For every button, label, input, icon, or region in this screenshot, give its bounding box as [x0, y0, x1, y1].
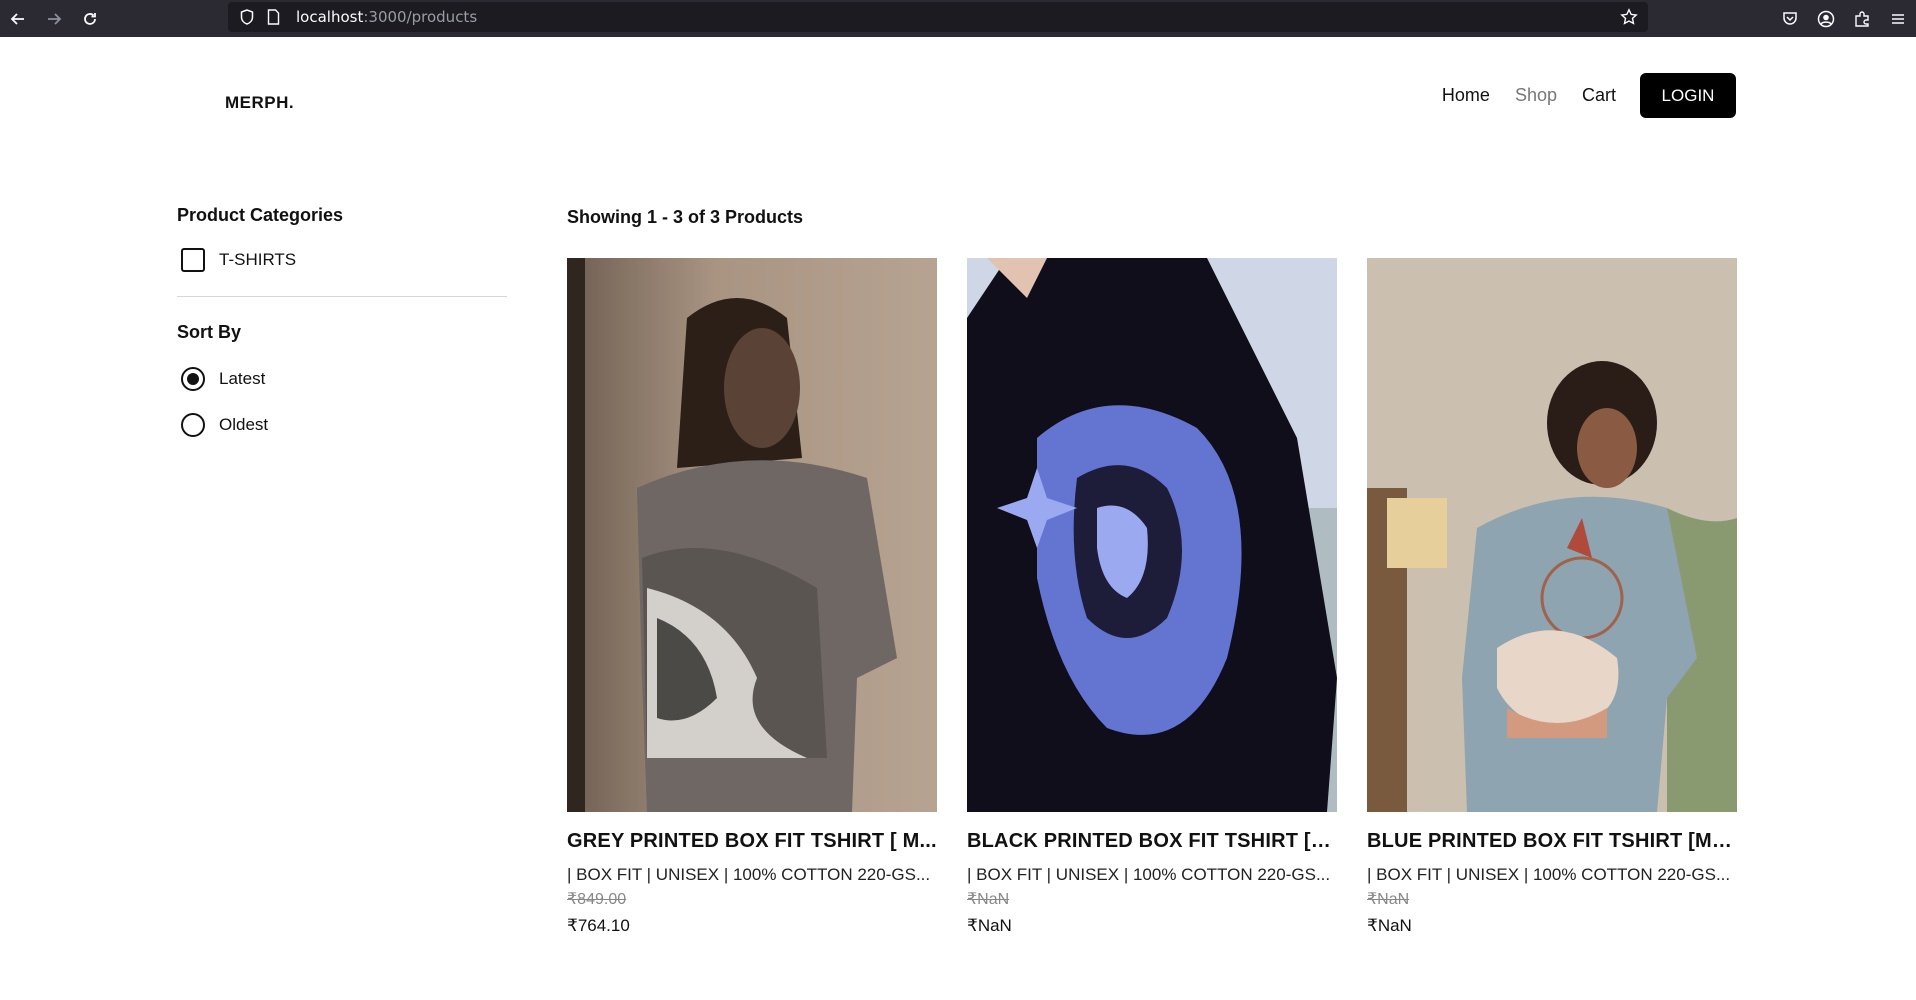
extensions-icon[interactable]	[1844, 10, 1880, 28]
product-old-price: ₹849.00	[567, 891, 627, 908]
product-image[interactable]	[567, 258, 937, 812]
product-old-price: ₹NaN	[967, 891, 1010, 908]
main-nav: Home Shop Cart LOGIN	[1417, 73, 1736, 118]
category-checkbox[interactable]	[181, 248, 205, 272]
category-option-tshirts[interactable]: T-SHIRTS	[177, 248, 507, 272]
site-logo[interactable]: MERPH.	[225, 93, 294, 113]
site-header: MERPH. Home Shop Cart LOGIN	[0, 37, 1916, 157]
product-description: | BOX FIT | UNISEX | 100% COTTON 220-GS.…	[967, 865, 1331, 884]
product-description: | BOX FIT | UNISEX | 100% COTTON 220-GS.…	[567, 865, 931, 884]
product-image[interactable]	[967, 258, 1337, 812]
sort-option-oldest[interactable]: Oldest	[177, 413, 507, 437]
categories-heading: Product Categories	[177, 205, 344, 225]
product-card[interactable]: BLACK PRINTED BOX FIT TSHIRT [M... | BOX…	[967, 258, 1337, 936]
filter-sidebar: Product Categories T-SHIRTS Sort By Late…	[177, 205, 507, 437]
product-old-price: ₹NaN	[1367, 891, 1410, 908]
sidebar-divider	[177, 296, 507, 297]
account-icon[interactable]	[1808, 10, 1844, 28]
shield-icon[interactable]	[236, 2, 258, 32]
sort-label-latest: Latest	[219, 369, 266, 388]
nav-link-cart[interactable]: Cart	[1582, 85, 1616, 106]
product-description: | BOX FIT | UNISEX | 100% COTTON 220-GS.…	[1367, 865, 1731, 884]
sort-radio-latest[interactable]	[181, 367, 205, 391]
sort-label-oldest: Oldest	[219, 415, 269, 434]
product-price: ₹764.10	[567, 916, 630, 935]
product-price: ₹NaN	[967, 916, 1012, 935]
page-icon[interactable]	[262, 2, 284, 32]
nav-link-shop[interactable]: Shop	[1515, 85, 1557, 106]
product-title[interactable]: BLUE PRINTED BOX FIT TSHIRT [MY...	[1367, 830, 1737, 853]
product-title[interactable]: GREY PRINTED BOX FIT TSHIRT [ M...	[567, 830, 937, 853]
sort-heading: Sort By	[177, 322, 242, 342]
login-button[interactable]: LOGIN	[1640, 73, 1736, 118]
nav-link-home[interactable]: Home	[1442, 85, 1490, 106]
reload-icon[interactable]	[72, 0, 108, 37]
url-text[interactable]: localhost:3000/products	[296, 8, 477, 26]
product-image[interactable]	[1367, 258, 1737, 812]
menu-icon[interactable]	[1880, 10, 1916, 28]
forward-arrow-icon[interactable]	[36, 0, 72, 37]
product-price: ₹NaN	[1367, 916, 1412, 935]
bookmark-star-icon[interactable]	[1620, 2, 1638, 32]
sort-radio-oldest[interactable]	[181, 413, 205, 437]
product-title[interactable]: BLACK PRINTED BOX FIT TSHIRT [M...	[967, 830, 1337, 853]
browser-toolbar: localhost:3000/products	[0, 0, 1916, 37]
back-arrow-icon[interactable]	[0, 0, 36, 37]
product-grid: GREY PRINTED BOX FIT TSHIRT [ M... | BOX…	[567, 258, 1737, 936]
sort-option-latest[interactable]: Latest	[177, 367, 507, 391]
product-card[interactable]: BLUE PRINTED BOX FIT TSHIRT [MY... | BOX…	[1367, 258, 1737, 936]
product-card[interactable]: GREY PRINTED BOX FIT TSHIRT [ M... | BOX…	[567, 258, 937, 936]
results-count: Showing 1 - 3 of 3 Products	[567, 207, 804, 227]
address-bar[interactable]: localhost:3000/products	[228, 2, 1648, 32]
category-label: T-SHIRTS	[219, 250, 297, 269]
pocket-icon[interactable]	[1772, 10, 1808, 28]
